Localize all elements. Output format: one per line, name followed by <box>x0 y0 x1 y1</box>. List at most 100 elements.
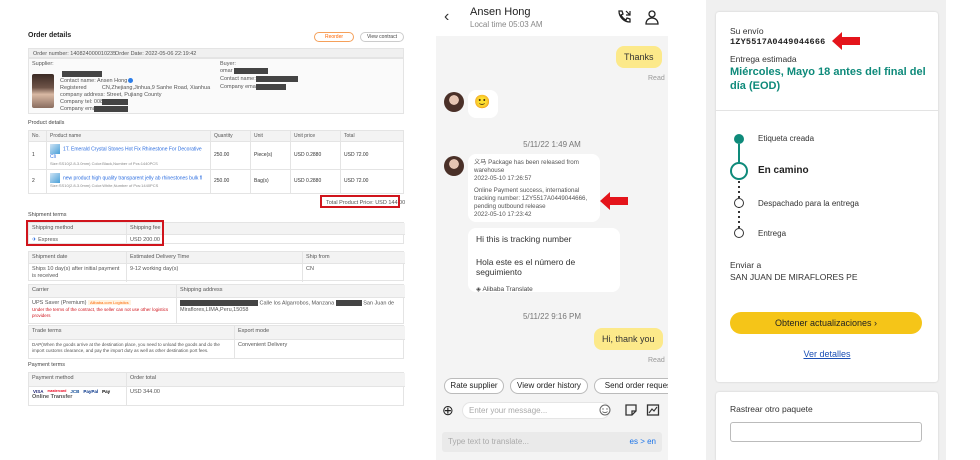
add-icon[interactable]: ⊕ <box>442 403 454 417</box>
eta-header: Estimated Delivery Time <box>127 252 303 264</box>
order-date: Order Date: 2022-05-06 22:19:42 <box>115 51 197 57</box>
buyer-label: Buyer: <box>220 61 236 67</box>
cell-unit: Bag(s) <box>250 168 291 194</box>
export-mode-value: Convenient Delivery <box>238 342 288 349</box>
cell-product[interactable]: 1T. Emerald Crystal Stones Hot Fix Rhine… <box>46 141 211 170</box>
call-icon[interactable] <box>616 9 632 25</box>
product-table: No. Product name Quantity Unit Unit pric… <box>28 129 404 194</box>
product-table-header: No. Product name Quantity Unit Unit pric… <box>28 129 404 143</box>
cell-product[interactable]: new product high quality transparent jel… <box>46 168 211 194</box>
redacted-block <box>256 76 298 82</box>
ship-from-value: CN <box>306 265 314 272</box>
chat-panel: ‹ Ansen Hong Local time 05:03 AM Thanks … <box>436 0 668 460</box>
cell-qty: 250.00 <box>210 168 251 194</box>
redacted-block <box>94 106 128 112</box>
cell-qty: 250.00 <box>210 141 251 170</box>
product-thumbnail <box>50 173 60 184</box>
paypal-logo: PayPal <box>83 388 99 394</box>
read-receipt: Read <box>648 357 665 364</box>
step-label-out-for-delivery: Despachado para la entrega <box>758 199 859 208</box>
translate-bar[interactable]: Type text to translate... es > en <box>442 432 662 452</box>
step-current-icon <box>730 162 748 180</box>
view-contract-button[interactable]: View contract <box>360 32 404 42</box>
image-icon[interactable] <box>646 403 660 417</box>
chat-local-time: Local time 05:03 AM <box>470 20 543 29</box>
get-updates-label: Obtener actualizaciones <box>774 318 872 328</box>
trade-terms-value: DAP(When the goods arrive at the destina… <box>29 340 235 358</box>
step-label-created: Etiqueta creada <box>758 134 815 143</box>
reorder-button[interactable]: Reorder <box>314 32 354 42</box>
logistics-tag: Alibaba.com Logistics <box>87 299 131 305</box>
col-unit-price: Unit price <box>290 129 341 143</box>
shipment-terms-label: Shipment terms <box>28 212 67 218</box>
screenshot-collage: Order details Reorder View contract Orde… <box>0 0 980 460</box>
payment-grid: Payment method Order total VISA masterca… <box>28 372 405 406</box>
carrier-value: UPS Saver (Premium) Alibaba.com Logistic… <box>29 297 177 323</box>
address-line-c: Miraflores,LIMA,Peru,15058 <box>180 306 249 313</box>
sys-msg-payment: Online Payment success, international tr… <box>474 187 588 211</box>
col-unit: Unit <box>250 129 291 143</box>
company-address-row: company address: Street, Pujiang County <box>60 92 162 99</box>
message-tracking-text: Hi this is tracking number <box>476 234 572 244</box>
alibaba-translate-row: ◈ Alibaba Translate <box>476 285 612 293</box>
sticker-icon[interactable] <box>624 403 638 417</box>
enviar-a-label: Enviar a <box>730 260 762 270</box>
send-order-request-chip[interactable]: Send order request <box>594 378 668 394</box>
order-total-value: USD 344.00 <box>130 388 160 395</box>
message-input-bar: ⊕ Enter your message... <box>436 400 668 422</box>
redacted-block <box>256 84 286 90</box>
language-pair[interactable]: es > en <box>630 437 656 446</box>
get-updates-button[interactable]: Obtener actualizaciones › <box>730 312 922 334</box>
message-input[interactable]: Enter your message... <box>462 402 610 419</box>
track-another-input[interactable] <box>730 422 922 442</box>
read-receipt: Read <box>648 75 665 82</box>
col-product-name: Product name <box>46 129 211 143</box>
table-row: 2 new product high quality transparent j… <box>28 168 404 194</box>
shipping-fee-header: Shipping fee <box>127 223 405 235</box>
mastercard-logo: mastercard <box>47 389 67 394</box>
supplier-label: Supplier: <box>32 61 54 67</box>
su-envio-label: Su envío <box>730 26 764 36</box>
emoji-icon[interactable] <box>598 403 612 417</box>
translate-input[interactable]: Type text to translate... <box>448 437 529 446</box>
profile-icon[interactable] <box>644 9 660 25</box>
shipment-date-value: Ships 10 day(s) after initial payment is… <box>29 263 127 282</box>
cell-price: USD 0.2880 <box>290 168 341 194</box>
company-address-label: company address: <box>60 92 105 98</box>
redacted-block <box>234 68 268 74</box>
cell-unit: Piece(s) <box>250 141 291 170</box>
highlight-box <box>26 220 164 246</box>
sys-msg-released-time: 2022-05-10 17:26:57 <box>474 175 532 183</box>
view-details-link[interactable]: Ver detalles <box>716 349 938 359</box>
product-spec: Size:SS10(2.8-3.0mm) Color:Black,Number … <box>50 160 158 166</box>
shipping-fee-value: USD 200.00 <box>130 236 160 243</box>
col-no: No. <box>28 129 47 143</box>
product-link[interactable]: new product high quality transparent jel… <box>63 175 202 181</box>
export-mode-header: Export mode <box>235 326 405 341</box>
company-address-value: Street, Pujiang County <box>106 92 162 98</box>
order-details-title: Order details <box>28 32 72 39</box>
destination: SAN JUAN DE MIRAFLORES PE <box>730 272 858 282</box>
step-complete-icon <box>734 134 744 144</box>
rate-supplier-chip[interactable]: Rate supplier <box>444 378 504 394</box>
track-another-label: Rastrear otro paquete <box>730 404 813 414</box>
message-emoji[interactable]: 🙂 <box>468 90 498 118</box>
col-total: Total <box>340 129 404 143</box>
view-order-history-chip[interactable]: View order history <box>510 378 588 394</box>
message-thanks[interactable]: Thanks <box>616 46 662 68</box>
step-label-in-transit: En camino <box>758 165 809 176</box>
address-line-a: Calle los Algarrobos, Manzana <box>259 300 335 307</box>
message-hi-thank-you[interactable]: Hi, thank you <box>594 328 663 350</box>
red-arrow-icon <box>600 192 628 210</box>
product-link[interactable]: 1T. Emerald Crystal Stones Hot Fix Rhine… <box>50 147 202 161</box>
contact-name-text: Contact name: Ansen Hong <box>60 78 128 84</box>
carrier-note: Under the terms of the contract, the sel… <box>32 306 169 319</box>
order-total-header: Order total <box>127 373 405 387</box>
translate-icon: ◈ <box>476 286 481 293</box>
shipping-address-header: Shipping address <box>177 285 405 298</box>
back-icon[interactable]: ‹ <box>444 8 449 26</box>
highlight-box <box>320 195 400 208</box>
chevron-right-icon: › <box>874 318 878 328</box>
message-tracking[interactable]: Hi this is tracking number Hola este es … <box>468 228 620 293</box>
system-message[interactable]: 义马 Package has been released from wareho… <box>468 154 600 222</box>
